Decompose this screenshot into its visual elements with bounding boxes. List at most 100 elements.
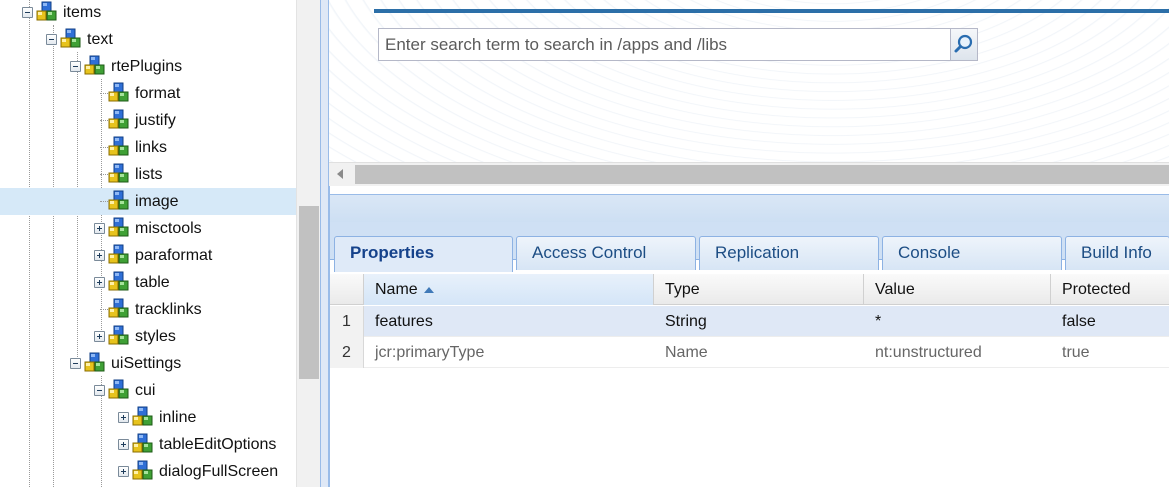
tab-label: Properties [350, 243, 435, 262]
tree-item-links[interactable]: links [0, 134, 296, 161]
expand-icon[interactable] [118, 439, 129, 450]
jcr-node-cubes-icon [108, 217, 130, 239]
tab-access-control[interactable]: Access Control [516, 236, 696, 270]
tree-item-paraformat[interactable]: paraformat [0, 242, 296, 269]
row-number: 1 [330, 306, 364, 337]
expand-icon[interactable] [118, 412, 129, 423]
search-button[interactable] [950, 29, 977, 60]
tree-item-label: text [87, 31, 113, 48]
editor-area [329, 0, 1169, 186]
panel-splitter[interactable] [320, 0, 329, 487]
jcr-node-cubes-icon [108, 190, 130, 212]
tab-console[interactable]: Console [882, 236, 1062, 270]
cell-name[interactable]: jcr:primaryType [364, 337, 484, 368]
collapse-icon[interactable] [22, 7, 33, 18]
tree-item-label: cui [135, 382, 156, 399]
collapse-icon[interactable] [46, 34, 57, 45]
tree-item-label: dialogFullScreen [159, 463, 279, 480]
tree-item-label: inline [159, 409, 197, 426]
jcr-node-cubes-icon [84, 55, 106, 77]
tree-scrollbar[interactable] [296, 0, 320, 487]
expand-icon[interactable] [94, 223, 105, 234]
editor-horizontal-scrollbar-thumb[interactable] [355, 165, 1169, 184]
column-header-label: Name [375, 281, 418, 298]
tree-item-justify[interactable]: justify [0, 107, 296, 134]
editor-horizontal-scrollbar[interactable] [329, 162, 1169, 186]
collapse-icon[interactable] [94, 385, 105, 396]
search-box [378, 28, 978, 61]
tree-item-label: paraformat [135, 247, 213, 264]
tab-label: Access Control [532, 243, 647, 262]
expand-icon[interactable] [94, 331, 105, 342]
tree-item-label: justify [135, 112, 176, 129]
search-input[interactable] [379, 29, 951, 60]
column-header-value[interactable]: Value [864, 274, 1051, 305]
tree-item-uiSettings[interactable]: uiSettings [0, 350, 296, 377]
column-header-type[interactable]: Type [654, 274, 864, 305]
collapse-icon[interactable] [70, 358, 81, 369]
grid-header-rownum [330, 274, 364, 305]
cell-protected[interactable]: false [1051, 306, 1096, 337]
column-header-label: Protected [1062, 281, 1131, 298]
tree-item-label: image [135, 193, 179, 210]
cell-value[interactable]: nt:unstructured [864, 337, 982, 368]
tree-item-text[interactable]: text [0, 26, 296, 53]
tab-replication[interactable]: Replication [699, 236, 879, 270]
table-row[interactable]: 1 features String * false [330, 306, 1169, 337]
table-row[interactable]: 2 jcr:primaryType Name nt:unstructured t… [330, 337, 1169, 368]
tree-item-image[interactable]: image [0, 188, 296, 215]
cell-name[interactable]: features [364, 306, 433, 337]
tree-item-label: format [135, 85, 181, 102]
cell-type[interactable]: String [654, 306, 707, 337]
jcr-node-cubes-icon [108, 298, 130, 320]
tab-build-info[interactable]: Build Info [1065, 236, 1169, 270]
tree-item-tableEditOptions[interactable]: tableEditOptions [0, 431, 296, 458]
jcr-node-cubes-icon [132, 460, 154, 482]
column-header-name[interactable]: Name [364, 274, 654, 305]
tree-item-label: tracklinks [135, 301, 202, 318]
tree-item-items[interactable]: items [0, 0, 296, 26]
expand-icon[interactable] [118, 466, 129, 477]
tree-item-table[interactable]: table [0, 269, 296, 296]
cell-type[interactable]: Name [654, 337, 708, 368]
jcr-node-cubes-icon [132, 433, 154, 455]
scroll-left-arrow-icon[interactable] [337, 169, 343, 179]
grid-header: Name Type Value Protected [330, 274, 1169, 305]
column-header-protected[interactable]: Protected [1051, 274, 1169, 305]
tab-label: Console [898, 243, 961, 262]
tab-properties[interactable]: Properties [334, 236, 513, 272]
cell-value[interactable]: * [864, 306, 881, 337]
jcr-node-cubes-icon [60, 28, 82, 50]
jcr-node-cubes-icon [108, 109, 130, 131]
jcr-node-cubes-icon [36, 1, 58, 23]
tree-item-dialogFullScreen[interactable]: dialogFullScreen [0, 458, 296, 485]
tree-item-label: tableEditOptions [159, 436, 277, 453]
jcr-node-cubes-icon [108, 163, 130, 185]
jcr-node-cubes-icon [108, 136, 130, 158]
tree-item-misctools[interactable]: misctools [0, 215, 296, 242]
tree-item-inline[interactable]: inline [0, 404, 296, 431]
tree-item-lists[interactable]: lists [0, 161, 296, 188]
tree-item-tracklinks[interactable]: tracklinks [0, 296, 296, 323]
expand-icon[interactable] [94, 277, 105, 288]
tree-item-format[interactable]: format [0, 80, 296, 107]
collapse-icon[interactable] [70, 61, 81, 72]
tree-item-styles[interactable]: styles [0, 323, 296, 350]
bottom-panel-header [330, 194, 1169, 222]
sort-ascending-icon [423, 286, 434, 293]
column-header-label: Value [875, 281, 915, 298]
tab-label: Build Info [1081, 243, 1152, 262]
tree-item-label: rtePlugins [111, 58, 183, 75]
magnifier-icon [954, 34, 973, 53]
properties-grid: Name Type Value Protected 1 features Str… [330, 274, 1169, 487]
editor-accent-line [374, 9, 1169, 13]
tree-item-cui[interactable]: cui [0, 377, 296, 404]
expand-icon[interactable] [94, 250, 105, 261]
jcr-node-cubes-icon [108, 325, 130, 347]
tree-scrollbar-thumb[interactable] [299, 206, 319, 379]
cell-protected[interactable]: true [1051, 337, 1090, 368]
tree-item-label: table [135, 274, 170, 291]
tree-item-label: lists [135, 166, 163, 183]
tree-item-rtePlugins[interactable]: rtePlugins [0, 53, 296, 80]
jcr-node-cubes-icon [108, 379, 130, 401]
